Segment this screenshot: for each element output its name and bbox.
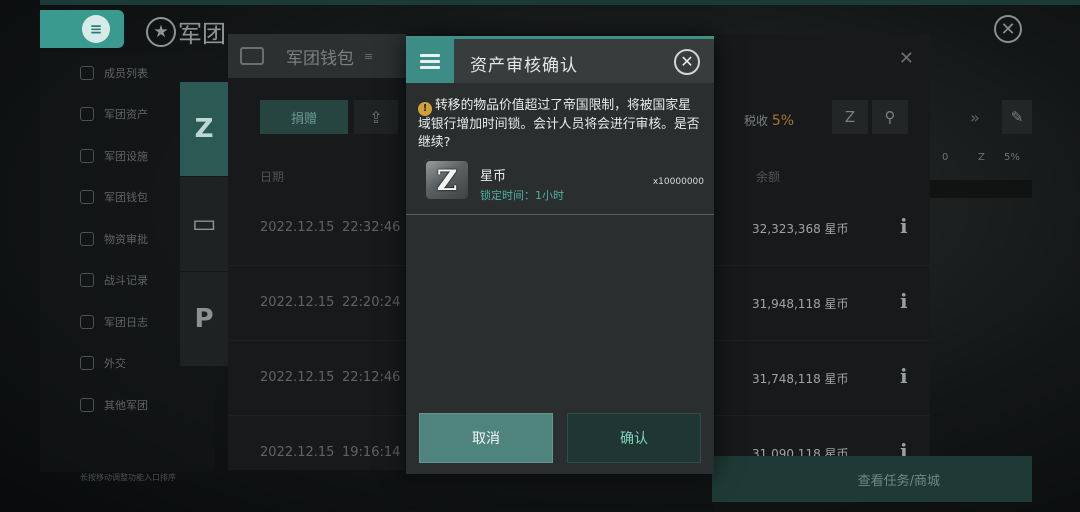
cancel-button[interactable]: 取消 (419, 413, 553, 463)
sidebar-item-label: 外交 (104, 357, 126, 371)
swords-icon (80, 273, 94, 288)
dialog-title: 资产审核确认 (470, 56, 578, 76)
filter-icon[interactable]: ⚲ (872, 100, 908, 134)
row-time: 22:32:46 (342, 220, 401, 235)
wallet-icon (80, 190, 94, 205)
warning-text: 转移的物品价值超过了帝国限制，将被国家星域银行增加时间锁。会计人员将会进行审核。… (418, 98, 700, 150)
summary-currency: Z (978, 152, 985, 163)
row-date: 2022.12.15 (260, 370, 335, 385)
wallet-header: 军团钱包 ≡ (228, 34, 406, 78)
row-balance: 31,948,118 星币 (752, 297, 849, 311)
other-legions-icon (80, 397, 94, 412)
tab-card[interactable]: ▭ (180, 177, 228, 271)
sidebar-item-label: 战斗记录 (104, 274, 148, 288)
sidebar-item-label: 物资审批 (104, 232, 148, 246)
summary-value: 0 (942, 152, 949, 163)
summary-tax: 5% (1004, 152, 1020, 163)
item-lock-time: 锁定时间：1小时 (480, 189, 564, 202)
info-icon[interactable]: i (900, 289, 908, 313)
sidebar-item-label: 成员列表 (104, 66, 148, 80)
view-tasks-shop-button[interactable]: 查看任务/商城 (712, 456, 1032, 502)
item-name: 星币 (480, 169, 507, 184)
chevron-right-icon[interactable]: » (970, 108, 980, 127)
menu-icon (406, 39, 454, 83)
close-icon[interactable]: ✕ (674, 49, 700, 75)
confirm-button[interactable]: 确认 (567, 413, 701, 463)
main-menu-button[interactable]: ≡ (40, 10, 124, 48)
sidebar-item-label: 军团钱包 (104, 191, 148, 205)
log-icon (80, 314, 94, 329)
members-icon (80, 65, 94, 80)
divider (406, 214, 714, 215)
currency-filter-icon[interactable]: Z (832, 100, 868, 134)
facilities-icon (80, 148, 94, 163)
sidebar-item-other-legions[interactable]: 其他军团 (40, 384, 215, 426)
row-date: 2022.12.15 (260, 220, 335, 235)
column-header-date: 日期 (260, 170, 285, 184)
row-date: 2022.12.15 (260, 295, 335, 310)
row-date: 2022.12.15 (260, 445, 335, 460)
item-quantity: x10000000 (652, 177, 704, 187)
page-title: ★ 军团 (146, 14, 226, 49)
column-header-balance: 余额 (756, 170, 781, 184)
menu-icon[interactable]: ≡ (364, 50, 373, 63)
asset-review-dialog: 资产审核确认 ✕ ! 转移的物品价值超过了帝国限制，将被国家星域银行增加时间锁。会… (406, 36, 714, 474)
info-icon[interactable]: i (900, 364, 908, 388)
sidebar-item-label: 军团设施 (104, 149, 148, 163)
wallet-title: 军团钱包 (286, 48, 354, 69)
list-icon: ≡ (82, 15, 110, 43)
donate-button[interactable]: 捐赠 (260, 100, 348, 134)
wallet-tabs: Z ▭ P (180, 82, 228, 367)
edit-icon[interactable]: ✎ (1002, 100, 1032, 134)
tab-points[interactable]: P (180, 272, 228, 366)
row-time: 22:12:46 (342, 370, 401, 385)
row-balance: 32,323,368 星币 (752, 222, 849, 236)
warning-message: ! 转移的物品价值超过了帝国限制，将被国家星域银行增加时间锁。会计人员将会进行审核… (418, 97, 702, 152)
tab-currency[interactable]: Z (180, 82, 228, 176)
tax-value: 5% (771, 113, 795, 129)
close-icon[interactable]: ✕ (899, 48, 914, 69)
top-accent-line (40, 0, 1080, 5)
close-icon[interactable]: ✕ (994, 15, 1022, 43)
star-coin-icon: Z (424, 159, 470, 201)
dialog-header: 资产审核确认 ✕ (406, 39, 714, 83)
assets-icon (80, 107, 94, 122)
wallet-icon (240, 47, 264, 65)
row-time: 22:20:24 (342, 295, 401, 310)
info-icon[interactable]: i (900, 214, 908, 238)
row-time: 19:16:14 (342, 445, 401, 460)
sidebar-item-label: 军团日志 (104, 315, 148, 329)
sidebar-item-label: 其他军团 (104, 398, 148, 412)
sidebar-footer-hint: 长按移动调整功能入口排序 (80, 473, 176, 482)
tax-rate: 税收 5% (744, 112, 794, 129)
export-icon[interactable]: ⇪ (354, 100, 398, 134)
tax-label: 税收 (744, 114, 769, 128)
approval-icon (80, 231, 94, 246)
summary-strip (930, 180, 1032, 198)
transfer-item: Z 星币 锁定时间：1小时 x10000000 (424, 159, 704, 205)
star-icon: ★ (146, 16, 176, 47)
warning-icon: ! (418, 102, 432, 116)
page-title-text: 军团 (178, 20, 226, 48)
diplomacy-icon (80, 356, 94, 371)
row-balance: 31,748,118 星币 (752, 372, 849, 386)
sidebar-item-label: 军团资产 (104, 108, 148, 122)
